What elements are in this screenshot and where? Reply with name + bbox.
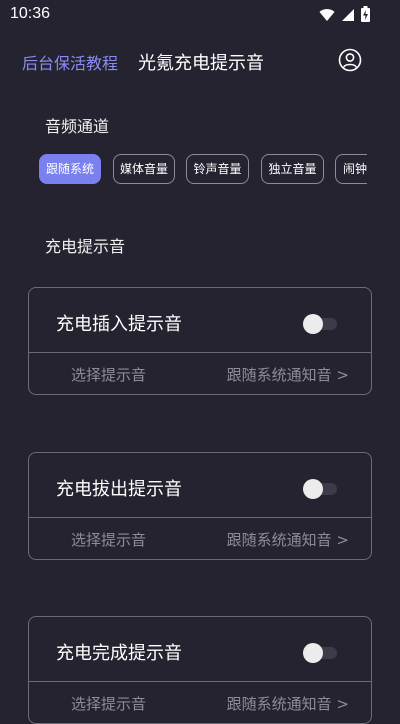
select-sound-value[interactable]: 跟随系统通知音 > (227, 364, 349, 385)
background-keepalive-tutorial-link[interactable]: 后台保活教程 (22, 50, 118, 74)
status-time: 10:36 (10, 5, 51, 22)
charge-plug-in-toggle[interactable] (303, 314, 337, 334)
charge-sound-label: 充电提示音 (45, 237, 126, 256)
status-icons (319, 6, 370, 26)
wifi-icon (319, 7, 335, 26)
chip-independent-volume[interactable]: 独立音量 (261, 154, 324, 184)
toggle-knob (303, 314, 323, 334)
chip-ringtone-volume[interactable]: 铃声音量 (186, 154, 249, 184)
user-circle-icon[interactable] (338, 48, 362, 72)
toggle-knob (303, 643, 323, 663)
card-title: 充电完成提示音 (56, 643, 182, 664)
status-bar: 10:36 (0, 0, 400, 30)
card-title: 充电插入提示音 (56, 314, 182, 335)
charge-unplug-card: 充电拔出提示音 选择提示音 跟随系统通知音 > (28, 452, 372, 560)
charge-complete-toggle[interactable] (303, 643, 337, 663)
toggle-knob (303, 479, 323, 499)
chip-media-volume[interactable]: 媒体音量 (113, 154, 175, 184)
card-divider (29, 352, 371, 353)
card-title: 充电拔出提示音 (56, 479, 182, 500)
chip-follow-system[interactable]: 跟随系统 (39, 154, 101, 184)
audio-channel-label: 音频通道 (45, 117, 110, 136)
charge-complete-card: 充电完成提示音 选择提示音 跟随系统通知音 > (28, 616, 372, 724)
battery-charging-icon (361, 6, 370, 26)
signal-icon (341, 7, 355, 26)
chip-alarm[interactable]: 闹钟 (335, 154, 367, 184)
select-sound-label[interactable]: 选择提示音 (71, 364, 146, 385)
charge-plug-in-card: 充电插入提示音 选择提示音 跟随系统通知音 > (28, 287, 372, 395)
page-title: 光氪充电提示音 (138, 53, 264, 74)
select-sound-value[interactable]: 跟随系统通知音 > (227, 529, 349, 550)
card-divider (29, 517, 371, 518)
card-divider (29, 681, 371, 682)
charge-unplug-toggle[interactable] (303, 479, 337, 499)
audio-channel-chips: 跟随系统 媒体音量 铃声音量 独立音量 闹钟 (39, 154, 367, 188)
select-sound-label[interactable]: 选择提示音 (71, 529, 146, 550)
